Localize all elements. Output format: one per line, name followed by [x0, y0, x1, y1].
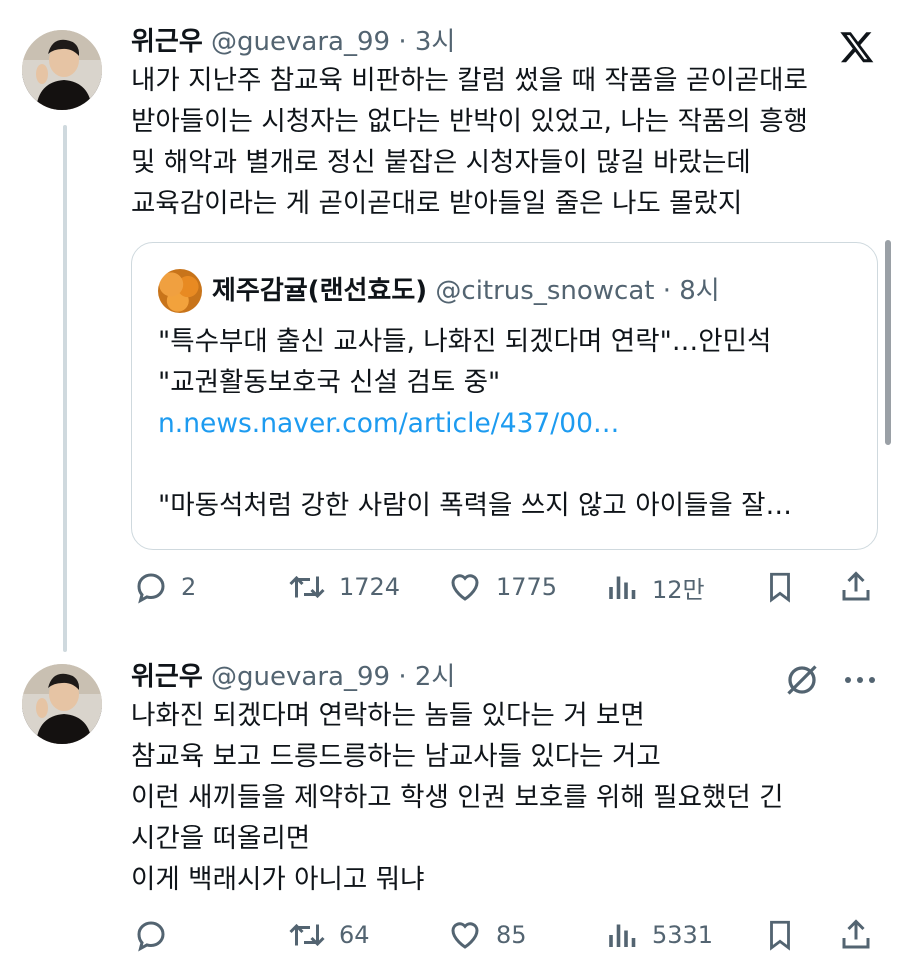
retweet-button[interactable]: 64 — [287, 917, 370, 953]
tweet-line: 받아들이는 시청자는 없다는 반박이 있었고, 나는 작품의 흥행 — [131, 106, 808, 137]
bookmark-icon — [770, 572, 790, 603]
heart-icon — [451, 922, 479, 949]
tweet-line: 및 해악과 별개로 정신 붙잡은 시청자들이 많길 바랐는데 — [131, 147, 751, 178]
share-icon — [842, 571, 870, 601]
views-count: 12만 — [652, 575, 705, 604]
tweet-line: 내가 지난주 참교육 비판하는 칼럼 썼을 때 작품을 곧이곧대로 — [131, 65, 808, 96]
reply-icon — [137, 921, 165, 952]
share-button[interactable] — [838, 569, 874, 605]
quote-author-handle: @citrus_snowcat — [435, 276, 655, 306]
tweet-line: 이런 새끼들을 제약하고 학생 인권 보호를 위해 필요했던 긴 — [131, 782, 784, 813]
author-avatar[interactable] — [22, 30, 102, 110]
quote-header: 제주감귤(랜선효도) @citrus_snowcat · 8시 — [212, 276, 720, 306]
tweet-text: 나화진 되겠다며 연락하는 놈들 있다는 거 보면 참교육 보고 드릉드릉하는 … — [131, 695, 784, 900]
quote-tweet-card[interactable]: 제주감귤(랜선효도) @citrus_snowcat · 8시 "특수부대 출신… — [131, 242, 878, 550]
author-name[interactable]: 위근우 — [131, 662, 203, 692]
reply-button[interactable] — [133, 917, 181, 953]
bookmark-button[interactable] — [763, 569, 797, 605]
tweet-time[interactable]: · 3시 — [398, 27, 455, 57]
reply-button[interactable]: 2 — [133, 569, 196, 605]
quote-line: "교권활동보호국 신설 검토 중" — [158, 367, 501, 398]
thread-line — [63, 125, 67, 652]
views-count: 5331 — [652, 921, 714, 949]
retweet-count: 1724 — [339, 573, 401, 601]
quote-author-avatar — [158, 269, 202, 313]
share-icon — [842, 919, 870, 949]
reply-icon — [137, 573, 165, 604]
more-icon[interactable] — [842, 668, 878, 696]
tweet-line: 나화진 되겠다며 연락하는 놈들 있다는 거 보면 — [131, 700, 645, 731]
retweet-count: 64 — [339, 921, 370, 949]
tweet-text: 내가 지난주 참교육 비판하는 칼럼 썼을 때 작품을 곧이곧대로 받아들이는 … — [131, 60, 808, 224]
scrollbar[interactable] — [885, 240, 891, 445]
retweet-icon — [289, 575, 325, 599]
retweet-icon — [289, 923, 325, 947]
reply-count: 2 — [181, 573, 197, 601]
bookmark-button[interactable] — [763, 917, 797, 953]
author-name[interactable]: 위근우 — [131, 27, 203, 57]
views-button[interactable]: 12만 — [606, 569, 705, 605]
x-logo-icon[interactable] — [838, 29, 876, 69]
tweet-line: 참교육 보고 드릉드릉하는 남교사들 있다는 거고 — [131, 741, 661, 772]
quote-line: "특수부대 출신 교사들, 나화진 되겠다며 연락"…안민석 — [158, 326, 772, 357]
quote-time: · 8시 — [662, 276, 720, 306]
quote-line: "마동석처럼 강한 사람이 폭력을 쓰지 않고 아이들을 잘… — [158, 490, 793, 521]
tweet-line: 시간을 떠올리면 — [131, 823, 311, 854]
author-handle[interactable]: @guevara_99 — [211, 662, 390, 692]
like-button[interactable]: 85 — [446, 917, 527, 953]
views-button[interactable]: 5331 — [606, 917, 713, 953]
retweet-button[interactable]: 1724 — [287, 569, 400, 605]
share-button[interactable] — [838, 917, 874, 953]
tweet-header: 위근우 @guevara_99 · 2시 — [131, 662, 455, 692]
bookmark-icon — [770, 920, 790, 951]
views-icon — [609, 576, 636, 599]
grok-icon[interactable] — [784, 662, 820, 702]
like-count: 85 — [496, 921, 527, 949]
heart-icon — [451, 574, 479, 601]
quote-author-name: 제주감귤(랜선효도) — [212, 276, 428, 306]
tweet-time[interactable]: · 2시 — [398, 662, 455, 692]
quote-link[interactable]: n.news.naver.com/article/437/00… — [158, 403, 792, 444]
quote-text: "특수부대 출신 교사들, 나화진 되겠다며 연락"…안민석 "교권활동보호국 … — [158, 321, 792, 526]
author-avatar[interactable] — [22, 664, 102, 744]
tweet-header: 위근우 @guevara_99 · 3시 — [131, 27, 455, 57]
tweet-line: 이게 백래시가 아니고 뭐냐 — [131, 864, 425, 895]
like-count: 1775 — [496, 573, 558, 601]
like-button[interactable]: 1775 — [446, 569, 557, 605]
tweet-line: 교육감이라는 게 곧이곧대로 받아들일 줄은 나도 몰랐지 — [131, 188, 743, 219]
views-icon — [609, 924, 636, 947]
author-handle[interactable]: @guevara_99 — [211, 27, 390, 57]
